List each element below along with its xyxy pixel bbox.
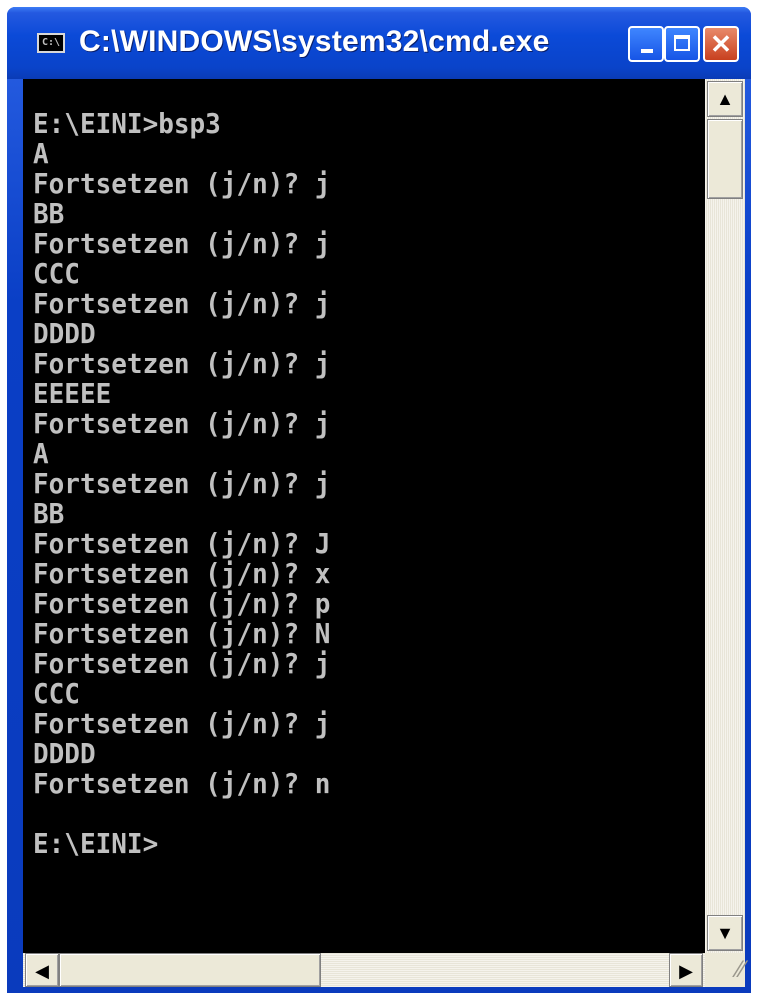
maximize-icon (674, 35, 690, 51)
title-bar[interactable]: C:\ C:\WINDOWS\system32\cmd.exe ✕ (7, 7, 751, 79)
console-line: BB (33, 199, 65, 231)
console-output[interactable]: E:\EINI>bsp3 A Fortsetzen (j/n)? j BB Fortse… (23, 79, 705, 953)
console-line: E:\EINI>bsp3 (33, 109, 221, 141)
vertical-scroll-thumb[interactable] (707, 119, 743, 199)
console-line: DDDD (33, 319, 96, 351)
minimize-icon (641, 49, 653, 53)
console-line: A (33, 139, 49, 171)
console-line: Fortsetzen (j/n)? p (33, 589, 331, 621)
close-icon: ✕ (710, 29, 732, 59)
console-line: Fortsetzen (j/n)? j (33, 409, 331, 441)
arrow-left-icon[interactable]: ◀ (25, 953, 59, 987)
console-line: A (33, 439, 49, 471)
maximize-button[interactable] (664, 26, 700, 62)
horizontal-scroll-thumb[interactable] (59, 953, 321, 987)
console-line: Fortsetzen (j/n)? j (33, 229, 331, 261)
console-line: CCC (33, 259, 80, 291)
vertical-scrollbar[interactable]: ▲ ▼ (705, 79, 745, 953)
minimize-button[interactable] (628, 26, 664, 62)
console-line: Fortsetzen (j/n)? j (33, 169, 331, 201)
cmd-window: C:\ C:\WINDOWS\system32\cmd.exe ✕ E:\EIN… (7, 7, 751, 993)
arrow-right-icon[interactable]: ▶ (669, 953, 703, 987)
console-line: Fortsetzen (j/n)? N (33, 619, 331, 651)
console-line: Fortsetzen (j/n)? j (33, 649, 331, 681)
console-line: BB (33, 499, 65, 531)
arrow-down-icon[interactable]: ▼ (707, 915, 743, 951)
console-line: DDDD (33, 739, 96, 771)
console-line: EEEEE (33, 379, 112, 411)
console-line: Fortsetzen (j/n)? j (33, 289, 331, 321)
console-line: Fortsetzen (j/n)? j (33, 469, 331, 501)
window-client-area: E:\EINI>bsp3 A Fortsetzen (j/n)? j BB Fortse… (23, 79, 745, 987)
console-line: Fortsetzen (j/n)? n (33, 769, 331, 801)
horizontal-scrollbar[interactable]: ◀ ▶ (23, 953, 705, 987)
console-line: Fortsetzen (j/n)? x (33, 559, 331, 591)
console-line: E:\EINI> (33, 829, 159, 861)
console-line: Fortsetzen (j/n)? j (33, 709, 331, 741)
arrow-up-icon[interactable]: ▲ (707, 81, 743, 117)
console-line: CCC (33, 679, 80, 711)
console-line: Fortsetzen (j/n)? j (33, 349, 331, 381)
console-line: Fortsetzen (j/n)? J (33, 529, 331, 561)
resize-grip-icon[interactable]: ⁄⁄ (705, 953, 745, 987)
close-button[interactable]: ✕ (703, 26, 739, 62)
cmd-app-icon[interactable]: C:\ (37, 33, 65, 53)
window-title: C:\WINDOWS\system32\cmd.exe (79, 25, 550, 58)
